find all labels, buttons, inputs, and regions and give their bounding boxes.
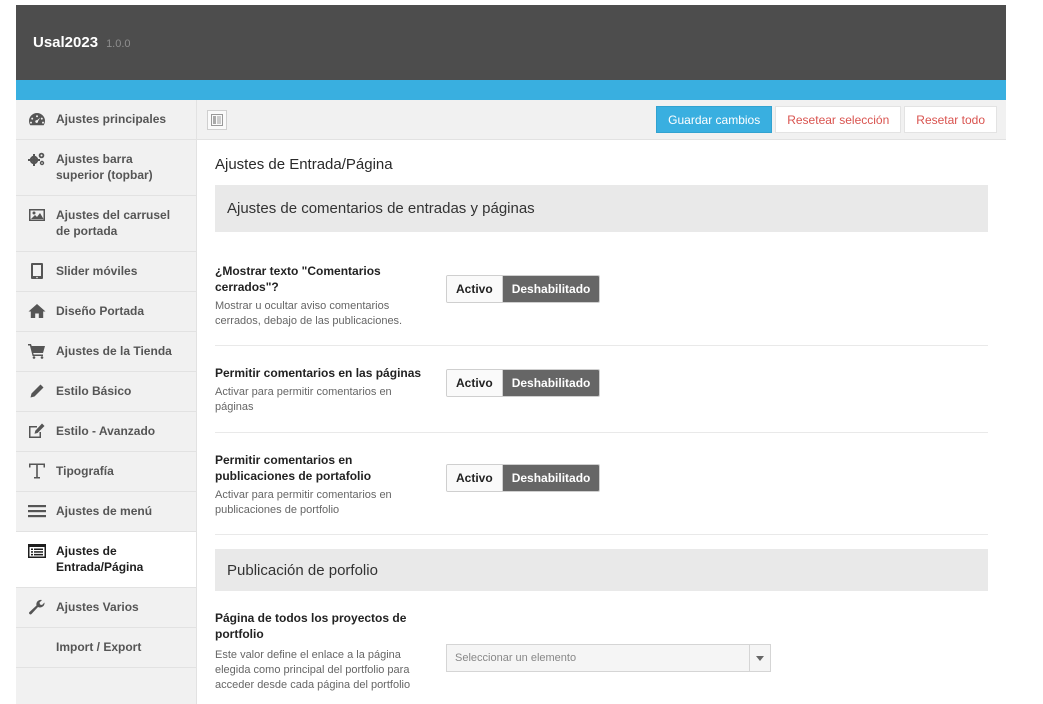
option-row-closed-comments: ¿Mostrar texto "Comentarios cerrados"? M…: [215, 232, 988, 346]
sidebar-item-label: Ajustes barra superior (topbar): [56, 152, 153, 182]
theme-name: Usal2023: [33, 34, 99, 51]
option-row-portfolio-page: Página de todos los proyectos de portfol…: [215, 591, 988, 704]
save-button[interactable]: Guardar cambios: [656, 106, 773, 133]
cart-icon: [27, 343, 47, 359]
option-title: Permitir comentarios en las páginas: [215, 366, 422, 380]
option-row-portfolio-comments: Permitir comentarios en publicaciones de…: [215, 433, 988, 534]
section-heading-comments: Ajustes de comentarios de entradas y pág…: [215, 185, 988, 232]
portfolio-comments-toggle: Activo Deshabilitado: [446, 464, 601, 492]
option-title: Permitir comentarios en publicaciones de…: [215, 453, 372, 483]
text-icon: [27, 463, 47, 479]
options-panel: Usal2023 1.0.0 Ajustes principales Ajust…: [16, 5, 1006, 704]
sidebar-item-label: Estilo - Avanzado: [56, 424, 156, 438]
option-description: Mostrar u ocultar aviso comentarios cerr…: [215, 300, 403, 327]
option-description: Activar para permitir comentarios en pág…: [215, 386, 392, 413]
reset-all-button[interactable]: Resetar todo: [904, 106, 997, 133]
home-icon: [27, 303, 47, 319]
wrench-icon: [27, 599, 47, 615]
sidebar-item-tipografia[interactable]: Tipografía: [16, 452, 196, 492]
sidebar-item-label: Ajustes del carrusel de portada: [56, 208, 171, 238]
toggle-off-button[interactable]: Deshabilitado: [502, 370, 600, 396]
main-panel: Guardar cambios Resetear selección Reset…: [197, 100, 1006, 704]
sidebar-item-label: Slider móviles: [56, 264, 138, 278]
sidebar-item-label: Ajustes Varios: [56, 600, 139, 614]
sidebar-item-label: Import / Export: [56, 640, 142, 654]
toggle-on-button[interactable]: Activo: [447, 465, 503, 491]
section-heading-portfolio: Publicación de porfolio: [215, 549, 988, 591]
edit-icon: [27, 423, 47, 439]
page-comments-toggle: Activo Deshabilitado: [446, 369, 601, 397]
sidebar-item-label: Estilo Básico: [56, 384, 132, 398]
panel-header: Usal2023 1.0.0: [16, 5, 1006, 80]
toolbar: Guardar cambios Resetear selección Reset…: [197, 100, 1006, 140]
option-description: Activar para permitir comentarios en pub…: [215, 489, 392, 516]
sidebar-item-import-export[interactable]: Import / Export: [16, 628, 196, 668]
theme-version: 1.0.0: [106, 38, 131, 50]
sidebar-item-label: Ajustes principales: [56, 112, 167, 126]
reset-section-button[interactable]: Resetear selección: [775, 106, 902, 133]
sidebar-item-label: Diseño Portada: [56, 304, 145, 318]
image-icon: [27, 207, 47, 223]
toggle-on-button[interactable]: Activo: [447, 370, 503, 396]
option-title: Página de todos los proyectos de portfol…: [215, 611, 407, 641]
expand-icon: [211, 113, 223, 126]
list-icon: [27, 543, 47, 559]
toggle-on-button[interactable]: Activo: [447, 276, 503, 302]
sidebar-item-ajustes-principales[interactable]: Ajustes principales: [16, 100, 196, 140]
sidebar-item-carrusel[interactable]: Ajustes del carrusel de portada: [16, 196, 196, 252]
portfolio-page-select[interactable]: Seleccionar un elemento: [446, 644, 771, 672]
sidebar-item-diseno-portada[interactable]: Diseño Portada: [16, 292, 196, 332]
toggle-off-button[interactable]: Deshabilitado: [502, 465, 600, 491]
chevron-down-icon: [749, 645, 770, 671]
sidebar-item-label: Ajustes de Entrada/Página: [56, 544, 144, 574]
expand-options-button[interactable]: [207, 109, 227, 130]
sidebar-item-estilo-avanzado[interactable]: Estilo - Avanzado: [16, 412, 196, 452]
sidebar-item-label: Ajustes de menú: [56, 504, 153, 518]
pencil-icon: [27, 383, 47, 399]
closed-comments-toggle: Activo Deshabilitado: [446, 275, 601, 303]
page-title: Ajustes de Entrada/Página: [215, 156, 393, 173]
option-description: Este valor define el enlace a la página …: [215, 649, 411, 691]
option-title: ¿Mostrar texto "Comentarios cerrados"?: [215, 264, 381, 294]
sidebar-item-label: Tipografía: [56, 464, 114, 478]
tablet-icon: [27, 263, 47, 279]
sidebar-item-label: Ajustes de la Tienda: [56, 344, 172, 358]
dashboard-icon: [27, 111, 47, 127]
sidebar-item-estilo-basico[interactable]: Estilo Básico: [16, 372, 196, 412]
option-row-page-comments: Permitir comentarios en las páginas Acti…: [215, 346, 988, 433]
gears-icon: [27, 151, 47, 167]
sidebar-item-entrada-pagina[interactable]: Ajustes de Entrada/Página: [16, 532, 196, 588]
sidebar-item-tienda[interactable]: Ajustes de la Tienda: [16, 332, 196, 372]
sidebar-item-slider-moviles[interactable]: Slider móviles: [16, 252, 196, 292]
sidebar-item-menu[interactable]: Ajustes de menú: [16, 492, 196, 532]
accent-bar: [16, 80, 1006, 100]
sidebar: Ajustes principales Ajustes barra superi…: [16, 100, 197, 704]
menu-icon: [27, 503, 47, 519]
toggle-off-button[interactable]: Deshabilitado: [502, 276, 600, 302]
select-placeholder: Seleccionar un elemento: [455, 652, 577, 664]
sidebar-item-varios[interactable]: Ajustes Varios: [16, 588, 196, 628]
sidebar-item-topbar[interactable]: Ajustes barra superior (topbar): [16, 140, 196, 196]
